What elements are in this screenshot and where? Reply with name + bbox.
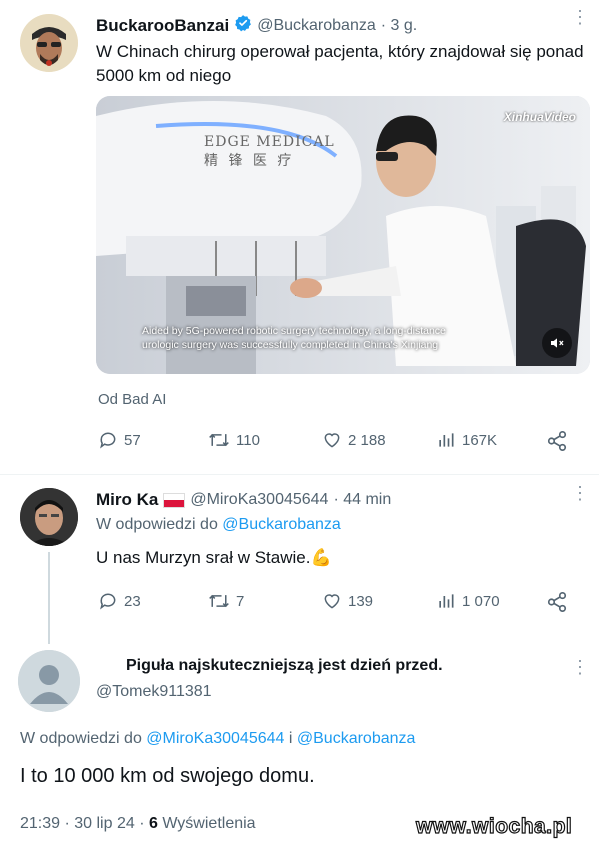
share-icon [547, 592, 567, 612]
reply-icon [100, 593, 116, 610]
like-button[interactable]: 2 188 [322, 430, 386, 450]
reply-button[interactable]: 57 [98, 430, 141, 450]
video-watermark: XinhuaVideo [503, 110, 576, 124]
divider [0, 474, 599, 475]
reply-count: 23 [124, 592, 141, 610]
author-handle[interactable]: @MiroKa30045644 [190, 491, 328, 509]
views-label: Wyświetlenia [162, 815, 256, 832]
avatar[interactable] [20, 488, 78, 546]
post-meta: 21:39 · 30 lip 24 · 6 Wyświetlenia [20, 815, 256, 833]
tweet-text: U nas Murzyn srał w Stawie.💪 [96, 548, 332, 567]
views-button[interactable]: 167K [436, 430, 497, 450]
thread-line [48, 552, 50, 644]
post-time[interactable]: · 44 min [333, 491, 391, 509]
author-handle[interactable]: @Buckarobanza [257, 17, 376, 35]
retweet-icon [209, 594, 229, 608]
reply-count: 57 [124, 431, 141, 449]
share-button[interactable] [546, 430, 568, 457]
retweet-button[interactable]: 7 [208, 591, 244, 611]
avatar[interactable] [18, 650, 80, 712]
share-button[interactable] [546, 591, 568, 618]
author-name[interactable]: Miro Ka [96, 490, 158, 510]
source-label[interactable]: Od Bad AI [98, 391, 166, 408]
views-button[interactable]: 1 070 [436, 591, 500, 611]
poland-flag-icon [163, 492, 186, 508]
analytics-icon [439, 594, 454, 608]
verified-badge-icon [234, 14, 252, 37]
mention-link[interactable]: @Buckarobanza [222, 516, 341, 533]
views-count: 167K [462, 431, 498, 449]
retweet-count: 7 [236, 592, 245, 610]
author-name[interactable]: Piguła najskuteczniejszą jest dzień prze… [126, 657, 443, 675]
more-options-icon[interactable]: ⋮ [571, 484, 589, 502]
more-options-icon[interactable]: ⋮ [571, 8, 589, 26]
views-count: 1 070 [462, 592, 500, 610]
reply-button[interactable]: 23 [98, 591, 141, 611]
reply-context: W odpowiedzi do @Buckarobanza [96, 516, 341, 533]
tweet-text: I to 10 000 km od swojego domu. [20, 765, 315, 787]
like-count: 139 [348, 592, 374, 610]
author-handle[interactable]: @Tomek911381 [96, 683, 212, 701]
like-button[interactable]: 139 [322, 591, 373, 611]
like-count: 2 188 [348, 431, 386, 449]
analytics-icon [439, 433, 454, 447]
reply-icon [100, 432, 116, 449]
mute-button[interactable] [542, 328, 572, 358]
heart-icon [324, 433, 340, 448]
views-count: 6 [148, 815, 158, 832]
reply-context: W odpowiedzi do @MiroKa30045644 i @Bucka… [20, 730, 416, 747]
share-icon [547, 431, 567, 451]
retweet-button[interactable]: 110 [208, 430, 260, 450]
post-time[interactable]: · 3 g. [381, 17, 417, 35]
mention-link[interactable]: @MiroKa30045644 [146, 730, 284, 747]
tweet-header: Miro Ka @MiroKa30045644 · 44 min [96, 490, 391, 510]
mention-link[interactable]: @Buckarobanza [297, 730, 416, 747]
post-timestamp[interactable]: 21:39 · 30 lip 24 · [20, 815, 145, 832]
volume-muted-icon [551, 338, 564, 348]
flexed-biceps-emoji: 💪 [310, 548, 332, 567]
video-caption: Aided by 5G-powered robotic surgery tech… [142, 325, 446, 351]
heart-icon [324, 594, 340, 609]
avatar[interactable] [20, 14, 78, 72]
tweet-media-video[interactable]: EDGE MEDICAL 精 锋 医 疗 XinhuaVideo Aided b… [96, 96, 590, 374]
site-watermark: www.wiocha.pl [415, 814, 573, 838]
tweet-header: BuckarooBanzai @Buckarobanza · 3 g. [96, 14, 417, 37]
retweet-count: 110 [236, 431, 260, 449]
tweet-text: W Chinach chirurg operował pacjenta, któ… [96, 42, 584, 85]
default-profile-icon [18, 650, 80, 712]
author-name[interactable]: BuckarooBanzai [96, 16, 229, 36]
brand-logo-text: EDGE MEDICAL 精 锋 医 疗 [204, 134, 335, 169]
more-options-icon[interactable]: ⋮ [571, 658, 589, 676]
retweet-icon [209, 433, 229, 447]
